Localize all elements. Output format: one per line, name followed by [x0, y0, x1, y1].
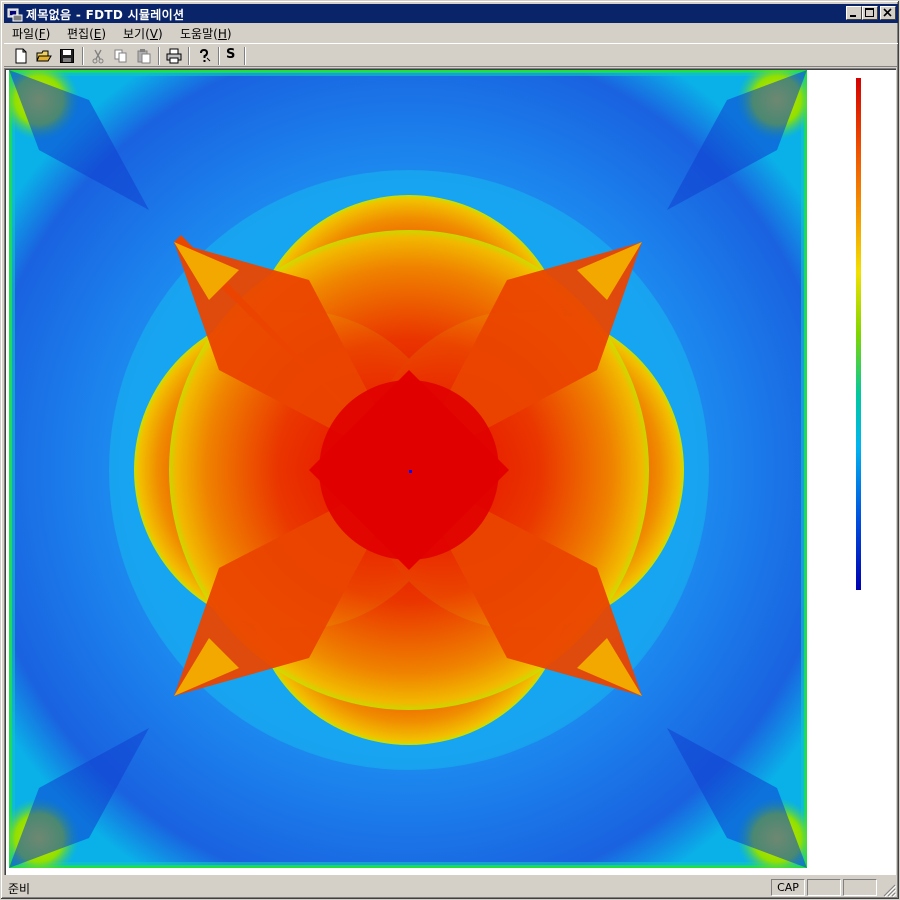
paste-button[interactable] [133, 46, 155, 66]
new-button[interactable] [10, 46, 32, 66]
menu-view-label: 보기( [123, 27, 150, 41]
window-title: 제목없음 - FDTD 시뮬레이션 [26, 8, 185, 22]
field-plot[interactable] [9, 70, 807, 868]
menu-help[interactable]: 도움말(H) [176, 25, 236, 42]
menu-edit[interactable]: 편집(E) [63, 25, 110, 42]
cut-button[interactable] [87, 46, 109, 66]
save-button[interactable] [56, 46, 78, 66]
field-plot-frame [9, 70, 807, 868]
close-icon [883, 8, 892, 17]
paste-icon [137, 49, 151, 64]
source-point [409, 470, 412, 473]
status-bar: 준비 CAP [4, 877, 898, 898]
menu-help-key: H [217, 27, 227, 41]
toolbar-separator [218, 47, 220, 65]
status-cap-pane: CAP [771, 879, 805, 896]
save-icon [60, 49, 74, 63]
print-button[interactable] [163, 46, 185, 66]
s-button[interactable]: S [226, 47, 235, 62]
status-num-pane [807, 879, 841, 896]
maximize-icon [865, 8, 874, 17]
toolbar: S [4, 43, 898, 67]
status-scrl-pane [843, 879, 877, 896]
menu-view[interactable]: 보기(V) [119, 25, 167, 42]
toolbar-separator [244, 47, 246, 65]
menu-file[interactable]: 파일(F) [8, 25, 54, 42]
menu-view-key: V [149, 27, 158, 41]
menu-file-suffix: ) [45, 27, 51, 41]
menu-edit-suffix: ) [101, 27, 107, 41]
title-bar[interactable]: 제목없음 - FDTD 시뮬레이션 [4, 4, 898, 23]
open-folder-icon [36, 50, 52, 62]
copy-button[interactable] [110, 46, 132, 66]
toolbar-separator [158, 47, 160, 65]
minimize-icon [850, 15, 856, 17]
simulation-view[interactable] [4, 68, 896, 875]
resize-grip-icon[interactable] [882, 883, 896, 897]
close-button[interactable] [880, 6, 896, 20]
app-window: 제목없음 - FDTD 시뮬레이션 파일(F) 편집(E) 보기(V) 도움말(… [0, 0, 900, 900]
cut-icon [92, 49, 104, 64]
help-icon [200, 48, 211, 62]
color-scale-bar [856, 78, 861, 590]
minimize-button[interactable] [846, 6, 862, 20]
menu-file-label: 파일( [12, 27, 39, 41]
copy-icon [114, 49, 127, 63]
app-icon[interactable] [7, 6, 23, 22]
status-text: 준비 [8, 882, 31, 896]
menu-view-suffix: ) [157, 27, 163, 41]
menu-help-label: 도움말( [180, 27, 218, 41]
menu-edit-label: 편집( [67, 27, 94, 41]
print-icon [166, 48, 182, 64]
toolbar-separator [82, 47, 84, 65]
toolbar-separator [188, 47, 190, 65]
menu-file-key: F [38, 27, 46, 41]
maximize-button[interactable] [862, 6, 878, 20]
help-button[interactable] [193, 46, 215, 66]
menu-help-suffix: ) [226, 27, 232, 41]
new-file-icon [15, 48, 27, 64]
menu-bar: 파일(F) 편집(E) 보기(V) 도움말(H) [4, 23, 898, 42]
open-button[interactable] [33, 46, 55, 66]
